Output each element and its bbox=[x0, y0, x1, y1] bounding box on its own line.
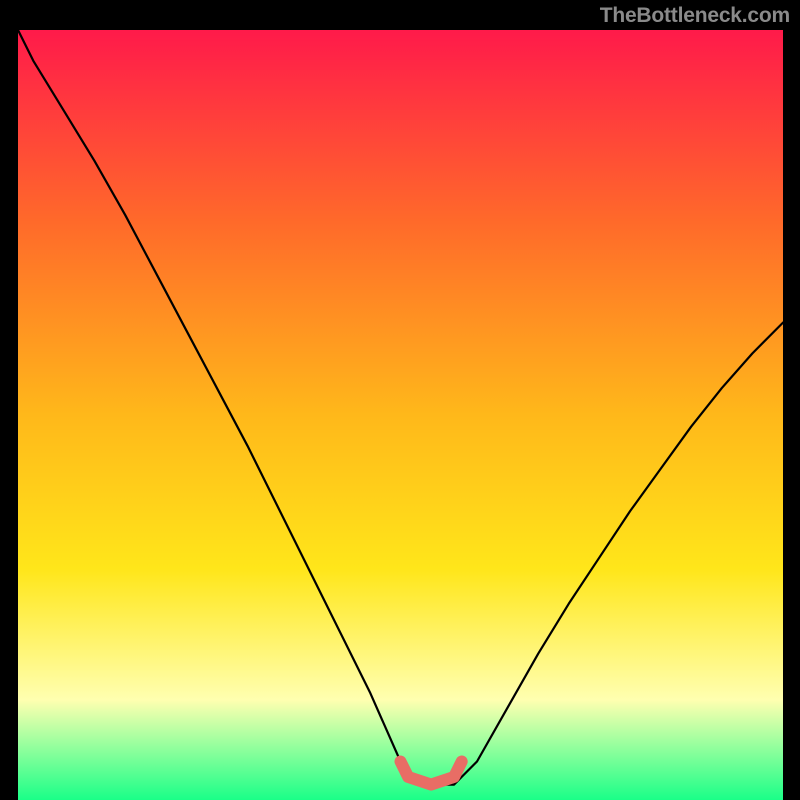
chart-root: TheBottleneck.com bbox=[0, 0, 800, 800]
watermark-text: TheBottleneck.com bbox=[600, 4, 790, 28]
plot-area bbox=[18, 30, 783, 800]
gradient-background bbox=[18, 30, 783, 800]
bottleneck-plot-svg bbox=[18, 30, 783, 800]
